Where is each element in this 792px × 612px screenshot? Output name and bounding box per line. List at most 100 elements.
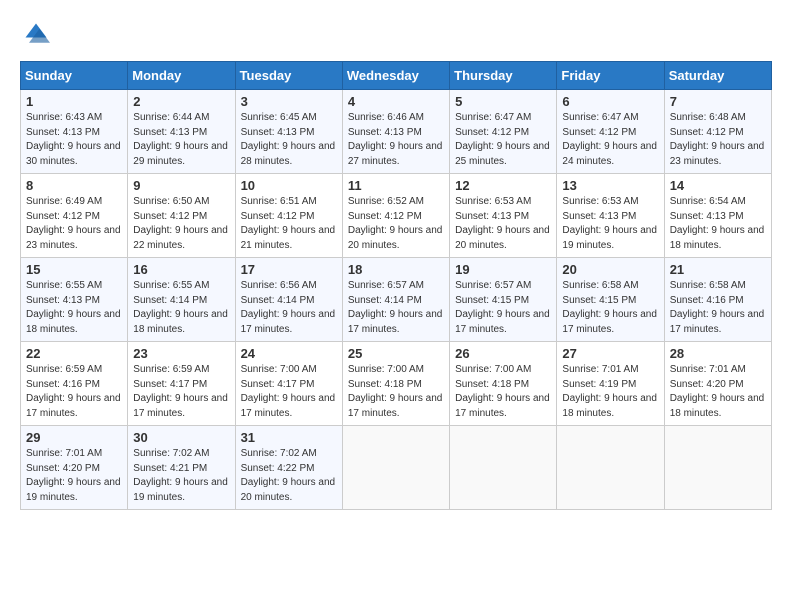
day-number: 1 (26, 94, 122, 109)
calendar-header-row: SundayMondayTuesdayWednesdayThursdayFrid… (21, 62, 772, 90)
day-number: 2 (133, 94, 229, 109)
calendar-cell: 21 Sunrise: 6:58 AM Sunset: 4:16 PM Dayl… (664, 258, 771, 342)
day-number: 10 (241, 178, 337, 193)
calendar-cell: 13 Sunrise: 6:53 AM Sunset: 4:13 PM Dayl… (557, 174, 664, 258)
day-info: Sunrise: 6:43 AM Sunset: 4:13 PM Dayligh… (26, 111, 122, 169)
logo-icon (22, 20, 50, 48)
calendar-cell: 22 Sunrise: 6:59 AM Sunset: 4:16 PM Dayl… (21, 342, 128, 426)
day-number: 21 (670, 262, 766, 277)
calendar-cell: 3 Sunrise: 6:45 AM Sunset: 4:13 PM Dayli… (235, 90, 342, 174)
day-info: Sunrise: 6:57 AM Sunset: 4:15 PM Dayligh… (455, 279, 551, 337)
day-number: 11 (348, 178, 444, 193)
day-number: 14 (670, 178, 766, 193)
calendar-cell: 26 Sunrise: 7:00 AM Sunset: 4:18 PM Dayl… (450, 342, 557, 426)
day-info: Sunrise: 6:57 AM Sunset: 4:14 PM Dayligh… (348, 279, 444, 337)
day-info: Sunrise: 6:51 AM Sunset: 4:12 PM Dayligh… (241, 195, 337, 253)
page-header (20, 20, 772, 53)
calendar-cell: 31 Sunrise: 7:02 AM Sunset: 4:22 PM Dayl… (235, 426, 342, 510)
calendar-week-row: 15 Sunrise: 6:55 AM Sunset: 4:13 PM Dayl… (21, 258, 772, 342)
day-info: Sunrise: 7:02 AM Sunset: 4:22 PM Dayligh… (241, 447, 337, 505)
day-header-tuesday: Tuesday (235, 62, 342, 90)
day-number: 19 (455, 262, 551, 277)
day-info: Sunrise: 6:47 AM Sunset: 4:12 PM Dayligh… (455, 111, 551, 169)
calendar-cell: 4 Sunrise: 6:46 AM Sunset: 4:13 PM Dayli… (342, 90, 449, 174)
calendar-cell: 10 Sunrise: 6:51 AM Sunset: 4:12 PM Dayl… (235, 174, 342, 258)
day-header-sunday: Sunday (21, 62, 128, 90)
calendar-cell: 24 Sunrise: 7:00 AM Sunset: 4:17 PM Dayl… (235, 342, 342, 426)
day-number: 4 (348, 94, 444, 109)
calendar-cell: 29 Sunrise: 7:01 AM Sunset: 4:20 PM Dayl… (21, 426, 128, 510)
day-info: Sunrise: 6:47 AM Sunset: 4:12 PM Dayligh… (562, 111, 658, 169)
day-number: 8 (26, 178, 122, 193)
day-number: 24 (241, 346, 337, 361)
day-info: Sunrise: 6:50 AM Sunset: 4:12 PM Dayligh… (133, 195, 229, 253)
day-info: Sunrise: 6:56 AM Sunset: 4:14 PM Dayligh… (241, 279, 337, 337)
day-number: 7 (670, 94, 766, 109)
day-number: 18 (348, 262, 444, 277)
day-number: 3 (241, 94, 337, 109)
calendar-cell (342, 426, 449, 510)
day-number: 20 (562, 262, 658, 277)
calendar-week-row: 8 Sunrise: 6:49 AM Sunset: 4:12 PM Dayli… (21, 174, 772, 258)
day-number: 25 (348, 346, 444, 361)
day-number: 31 (241, 430, 337, 445)
day-info: Sunrise: 7:00 AM Sunset: 4:18 PM Dayligh… (348, 363, 444, 421)
day-number: 5 (455, 94, 551, 109)
calendar-cell: 25 Sunrise: 7:00 AM Sunset: 4:18 PM Dayl… (342, 342, 449, 426)
calendar-cell: 8 Sunrise: 6:49 AM Sunset: 4:12 PM Dayli… (21, 174, 128, 258)
day-header-thursday: Thursday (450, 62, 557, 90)
day-header-friday: Friday (557, 62, 664, 90)
calendar-cell: 20 Sunrise: 6:58 AM Sunset: 4:15 PM Dayl… (557, 258, 664, 342)
day-info: Sunrise: 6:49 AM Sunset: 4:12 PM Dayligh… (26, 195, 122, 253)
calendar-cell: 23 Sunrise: 6:59 AM Sunset: 4:17 PM Dayl… (128, 342, 235, 426)
day-info: Sunrise: 6:45 AM Sunset: 4:13 PM Dayligh… (241, 111, 337, 169)
logo (20, 20, 50, 53)
calendar-cell: 9 Sunrise: 6:50 AM Sunset: 4:12 PM Dayli… (128, 174, 235, 258)
calendar-week-row: 1 Sunrise: 6:43 AM Sunset: 4:13 PM Dayli… (21, 90, 772, 174)
day-number: 15 (26, 262, 122, 277)
day-number: 9 (133, 178, 229, 193)
calendar-cell: 17 Sunrise: 6:56 AM Sunset: 4:14 PM Dayl… (235, 258, 342, 342)
calendar-cell (664, 426, 771, 510)
day-number: 16 (133, 262, 229, 277)
calendar-cell: 12 Sunrise: 6:53 AM Sunset: 4:13 PM Dayl… (450, 174, 557, 258)
calendar-cell: 14 Sunrise: 6:54 AM Sunset: 4:13 PM Dayl… (664, 174, 771, 258)
day-info: Sunrise: 6:58 AM Sunset: 4:15 PM Dayligh… (562, 279, 658, 337)
day-number: 22 (26, 346, 122, 361)
day-info: Sunrise: 6:48 AM Sunset: 4:12 PM Dayligh… (670, 111, 766, 169)
day-info: Sunrise: 6:53 AM Sunset: 4:13 PM Dayligh… (562, 195, 658, 253)
day-info: Sunrise: 6:53 AM Sunset: 4:13 PM Dayligh… (455, 195, 551, 253)
calendar-cell: 11 Sunrise: 6:52 AM Sunset: 4:12 PM Dayl… (342, 174, 449, 258)
calendar-cell: 2 Sunrise: 6:44 AM Sunset: 4:13 PM Dayli… (128, 90, 235, 174)
day-number: 29 (26, 430, 122, 445)
day-info: Sunrise: 6:44 AM Sunset: 4:13 PM Dayligh… (133, 111, 229, 169)
day-info: Sunrise: 6:46 AM Sunset: 4:13 PM Dayligh… (348, 111, 444, 169)
day-number: 28 (670, 346, 766, 361)
day-info: Sunrise: 6:55 AM Sunset: 4:13 PM Dayligh… (26, 279, 122, 337)
calendar-cell: 18 Sunrise: 6:57 AM Sunset: 4:14 PM Dayl… (342, 258, 449, 342)
day-info: Sunrise: 6:58 AM Sunset: 4:16 PM Dayligh… (670, 279, 766, 337)
calendar-cell: 30 Sunrise: 7:02 AM Sunset: 4:21 PM Dayl… (128, 426, 235, 510)
day-info: Sunrise: 6:54 AM Sunset: 4:13 PM Dayligh… (670, 195, 766, 253)
day-number: 30 (133, 430, 229, 445)
day-info: Sunrise: 7:01 AM Sunset: 4:19 PM Dayligh… (562, 363, 658, 421)
day-info: Sunrise: 7:02 AM Sunset: 4:21 PM Dayligh… (133, 447, 229, 505)
calendar-cell: 16 Sunrise: 6:55 AM Sunset: 4:14 PM Dayl… (128, 258, 235, 342)
calendar-table: SundayMondayTuesdayWednesdayThursdayFrid… (20, 61, 772, 510)
calendar-week-row: 22 Sunrise: 6:59 AM Sunset: 4:16 PM Dayl… (21, 342, 772, 426)
calendar-cell: 5 Sunrise: 6:47 AM Sunset: 4:12 PM Dayli… (450, 90, 557, 174)
day-info: Sunrise: 7:01 AM Sunset: 4:20 PM Dayligh… (26, 447, 122, 505)
day-number: 12 (455, 178, 551, 193)
day-header-monday: Monday (128, 62, 235, 90)
day-number: 27 (562, 346, 658, 361)
calendar-cell: 6 Sunrise: 6:47 AM Sunset: 4:12 PM Dayli… (557, 90, 664, 174)
calendar-cell: 7 Sunrise: 6:48 AM Sunset: 4:12 PM Dayli… (664, 90, 771, 174)
day-info: Sunrise: 6:55 AM Sunset: 4:14 PM Dayligh… (133, 279, 229, 337)
day-info: Sunrise: 6:59 AM Sunset: 4:17 PM Dayligh… (133, 363, 229, 421)
calendar-cell: 15 Sunrise: 6:55 AM Sunset: 4:13 PM Dayl… (21, 258, 128, 342)
calendar-cell: 1 Sunrise: 6:43 AM Sunset: 4:13 PM Dayli… (21, 90, 128, 174)
calendar-cell (557, 426, 664, 510)
day-number: 6 (562, 94, 658, 109)
day-info: Sunrise: 7:00 AM Sunset: 4:18 PM Dayligh… (455, 363, 551, 421)
day-info: Sunrise: 7:00 AM Sunset: 4:17 PM Dayligh… (241, 363, 337, 421)
